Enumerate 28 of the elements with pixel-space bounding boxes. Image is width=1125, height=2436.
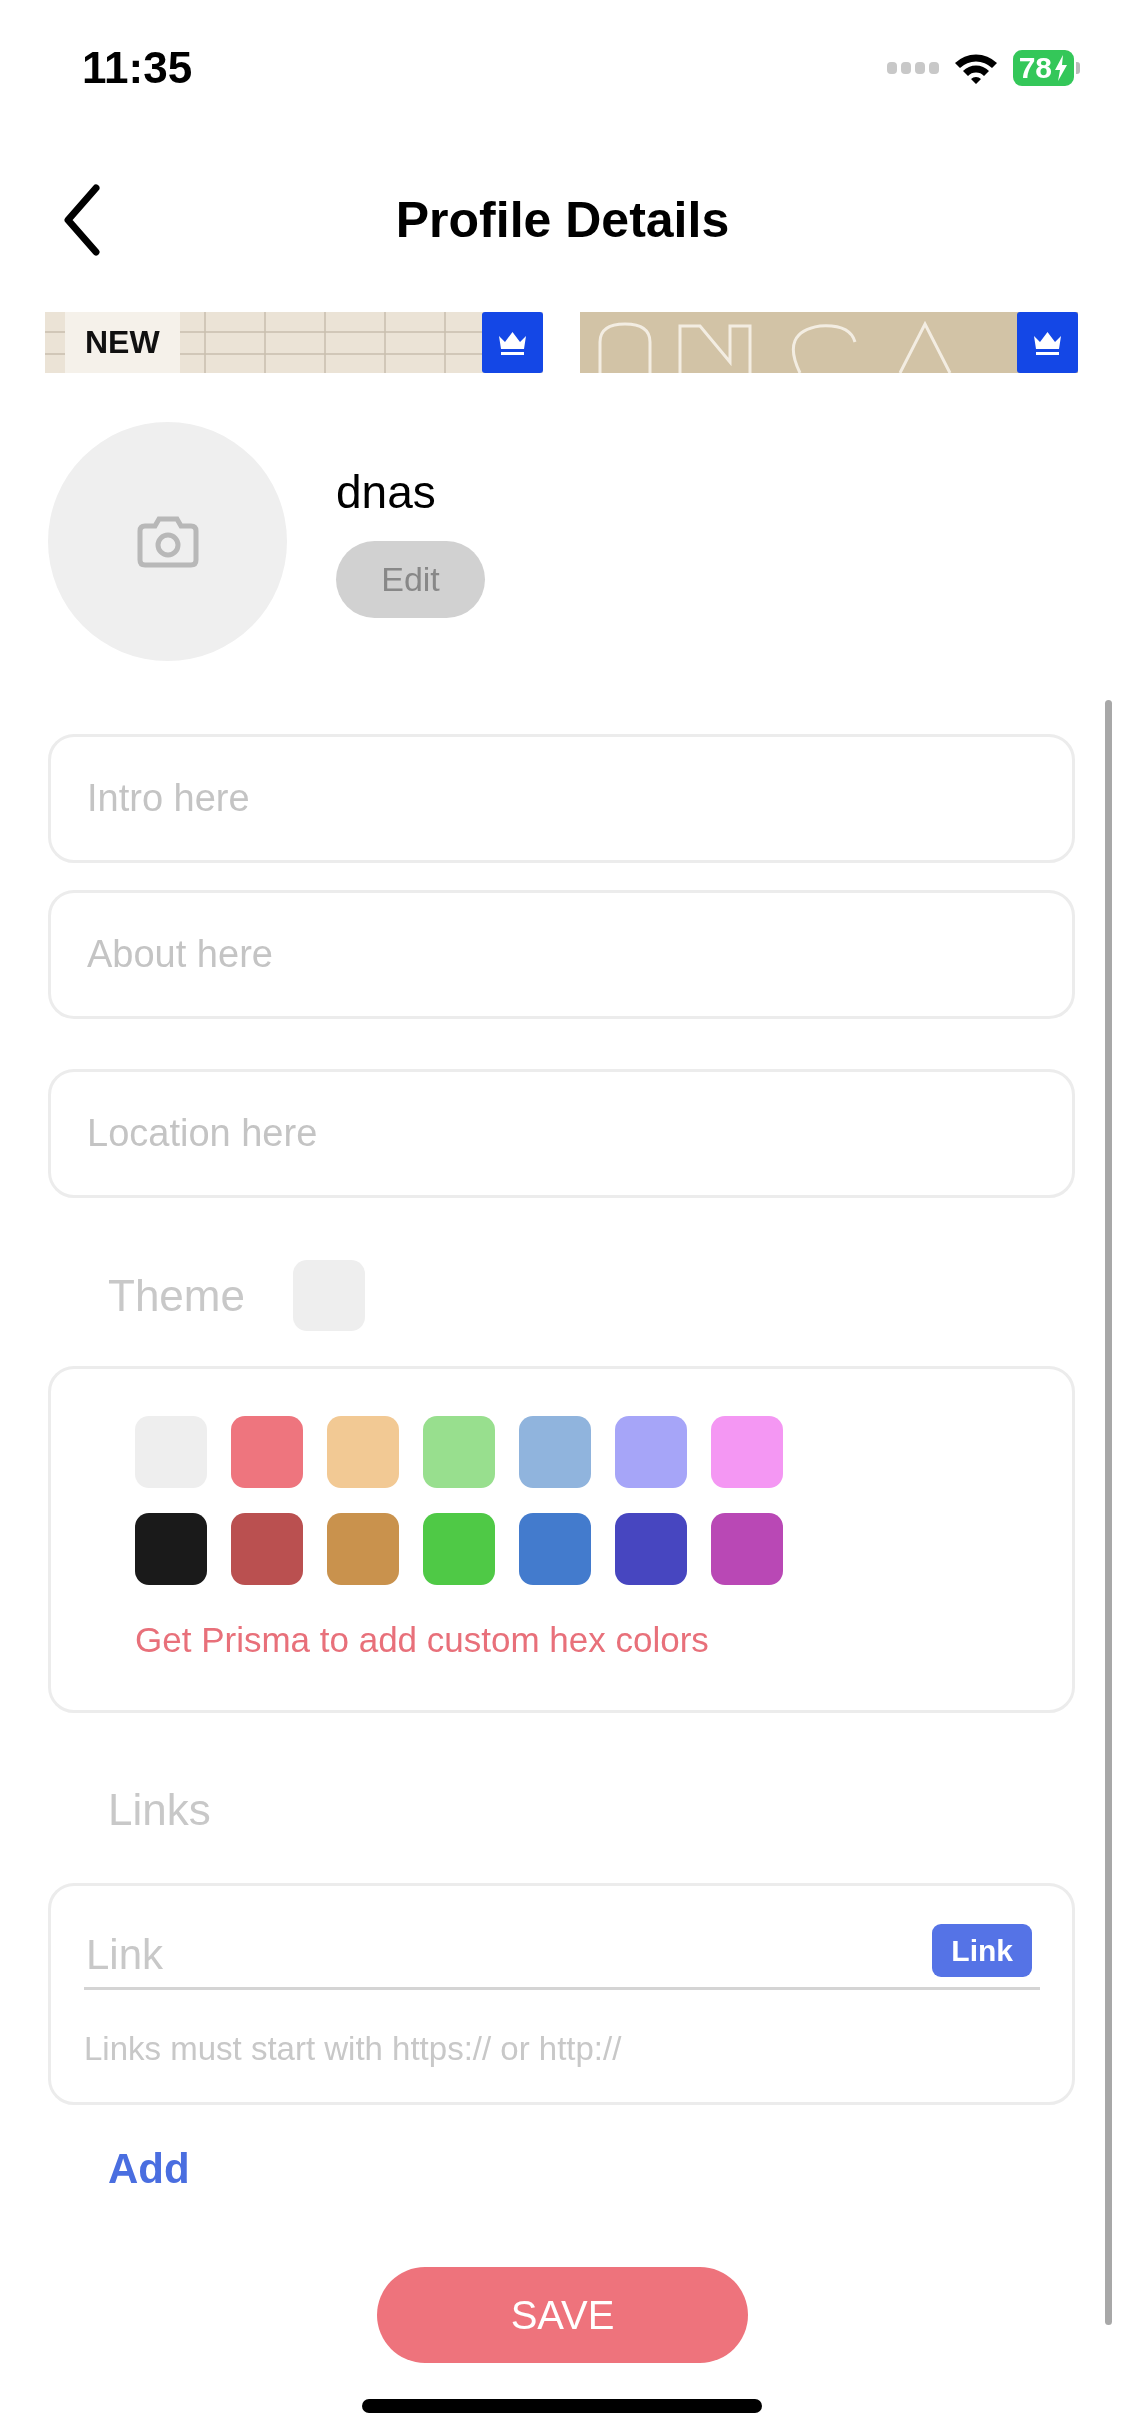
color-swatch[interactable] — [423, 1416, 495, 1488]
color-swatch[interactable] — [519, 1513, 591, 1585]
color-swatch[interactable] — [615, 1513, 687, 1585]
back-icon[interactable] — [62, 184, 102, 256]
color-swatch[interactable] — [711, 1416, 783, 1488]
text-field[interactable]: Location here — [48, 1069, 1075, 1198]
status-time: 11:35 — [82, 42, 193, 93]
color-swatch[interactable] — [423, 1513, 495, 1585]
page-title: Profile Details — [395, 191, 730, 249]
new-tag: NEW — [65, 312, 180, 373]
link-button[interactable]: Link — [932, 1924, 1032, 1977]
text-field[interactable]: Intro here — [48, 734, 1075, 863]
color-swatch[interactable] — [135, 1513, 207, 1585]
color-swatch[interactable] — [519, 1416, 591, 1488]
camera-icon — [136, 515, 199, 568]
save-button[interactable]: SAVE — [377, 2267, 748, 2363]
username: dnas — [336, 465, 436, 519]
signal-icon — [886, 61, 939, 74]
color-swatch[interactable] — [327, 1416, 399, 1488]
color-swatch[interactable] — [327, 1513, 399, 1585]
text-field[interactable]: About here — [48, 890, 1075, 1019]
color-swatch[interactable] — [615, 1416, 687, 1488]
color-swatch[interactable] — [711, 1513, 783, 1585]
upgrade-note: Get Prisma to add custom hex colors — [135, 1620, 710, 1660]
add-button[interactable]: Add — [108, 2145, 190, 2193]
color-swatch[interactable] — [231, 1513, 303, 1585]
edit-button[interactable]: Edit — [336, 541, 485, 618]
color-swatch[interactable] — [231, 1416, 303, 1488]
